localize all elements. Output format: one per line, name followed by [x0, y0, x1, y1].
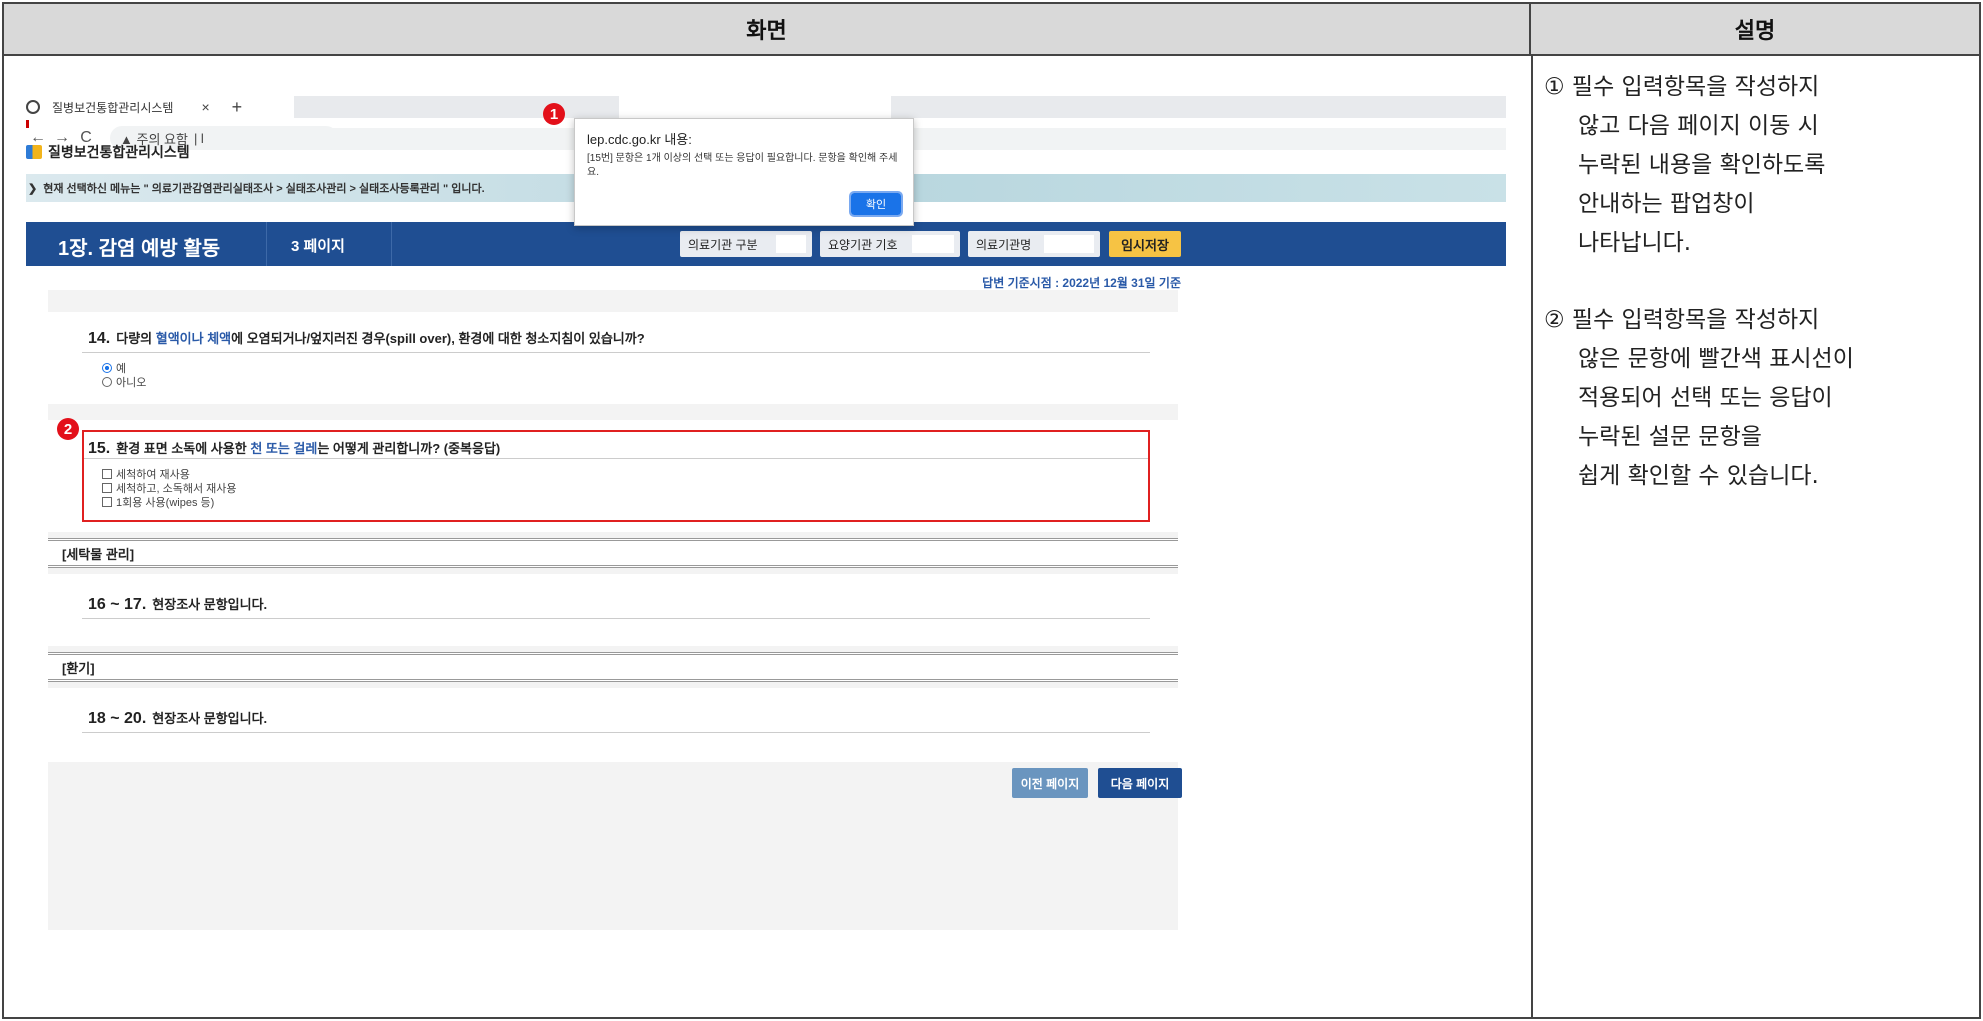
- divider: [391, 222, 392, 266]
- field-care-code: 요양기관 기호: [820, 231, 960, 257]
- field-value-box: [1044, 235, 1094, 253]
- description-line: 나타납니다.: [1578, 230, 1692, 256]
- description-line: 쉽게 확인할 수 있습니다.: [1578, 463, 1819, 489]
- description-line: 누락된 설문 문항을: [1578, 424, 1762, 450]
- question-18-20-title: 18 ~ 20. 현장조사 문항입니다.: [88, 708, 267, 728]
- annotation-badge-1: 1: [543, 103, 565, 125]
- question-text: 현장조사 문항입니다.: [152, 597, 268, 612]
- divider: [82, 352, 1150, 353]
- page-indicator: 3 페이지: [291, 238, 345, 255]
- column-divider: [1531, 56, 1533, 1017]
- doc-table: 화면 설명 질병보건통합관리시스템 × + ← → C ▲ 주의 요함 | l: [2, 2, 1981, 1019]
- tab-placeholder: [294, 96, 619, 118]
- divider: [82, 618, 1150, 619]
- option-label: 아니오: [116, 377, 147, 389]
- logo-icon: [26, 145, 42, 159]
- missing-answer-highlight: [82, 430, 1150, 522]
- field-institution-name: 의료기관명: [968, 231, 1100, 257]
- section-ventilation: [환기]: [48, 652, 1178, 682]
- url-text: | l: [193, 130, 204, 146]
- prev-page-button[interactable]: 이전 페이지: [1012, 768, 1088, 798]
- globe-icon: [26, 100, 40, 114]
- site-logo[interactable]: 질병보건통합관리시스템: [26, 142, 190, 162]
- dialog-message: [15번] 문항은 1개 이상의 선택 또는 응답이 필요합니다. 문항을 확인…: [587, 153, 898, 178]
- next-page-button[interactable]: 다음 페이지: [1098, 768, 1182, 798]
- question-number: 14.: [88, 330, 111, 347]
- question-text: 다량의: [116, 331, 156, 346]
- new-tab-icon[interactable]: +: [232, 97, 243, 118]
- survey-bar: 1장. 감염 예방 활동 3 페이지 의료기관 구분 요양기관 기호 의료기관명…: [26, 222, 1506, 266]
- divider: [266, 222, 267, 266]
- menu-path-text: 현재 선택하신 메뉴는 " 의료기관감염관리실태조사 > 실태조사관리 > 실태…: [43, 183, 485, 195]
- site-logo-text: 질병보건통합관리시스템: [48, 144, 190, 160]
- section-laundry: [세탁물 관리]: [48, 538, 1178, 568]
- field-label: 요양기관 기호: [828, 237, 898, 252]
- description-line: ② 필수 입력항목을 작성하지: [1544, 307, 1820, 333]
- question-number: 16 ~ 17.: [88, 596, 147, 613]
- field-label: 의료기관명: [976, 237, 1032, 252]
- description-line: ① 필수 입력항목을 작성하지: [1544, 74, 1820, 100]
- description-item-1: ① 필수 입력항목을 작성하지 않고 다음 페이지 이동 시 누락된 내용을 확…: [1544, 68, 1976, 263]
- favicon-fragment: [26, 120, 29, 128]
- chapter-title: 1장. 감염 예방 활동: [58, 238, 221, 260]
- close-tab-icon[interactable]: ×: [201, 99, 209, 115]
- divider: [82, 732, 1150, 733]
- description-column: ① 필수 입력항목을 작성하지 않고 다음 페이지 이동 시 누락된 내용을 확…: [1544, 68, 1976, 534]
- question-highlight: 혈액이나 체액: [155, 331, 232, 346]
- alert-dialog: lep.cdc.go.kr 내용: [15번] 문항은 1개 이상의 선택 또는…: [574, 118, 914, 226]
- field-value-box: [776, 235, 806, 253]
- field-value-box: [912, 235, 954, 253]
- radio-option-no[interactable]: 아니오: [102, 374, 146, 390]
- description-line: 않은 문항에 빨간색 표시선이: [1578, 346, 1854, 372]
- description-line: 누락된 내용을 확인하도록: [1578, 152, 1826, 178]
- temp-save-button[interactable]: 임시저장: [1109, 231, 1181, 257]
- question-16-17-title: 16 ~ 17. 현장조사 문항입니다.: [88, 594, 267, 614]
- description-line: 적용되어 선택 또는 응답이: [1578, 385, 1833, 411]
- field-label: 의료기관 구분: [688, 237, 758, 252]
- screenshot-area: 질병보건통합관리시스템 × + ← → C ▲ 주의 요함 | l 질병보건통합…: [26, 80, 1506, 1020]
- question-14: [48, 312, 1178, 404]
- field-institution-type: 의료기관 구분: [680, 231, 812, 257]
- basis-date: 답변 기준시점 : 2022년 12월 31일 기준: [982, 276, 1181, 290]
- radio-icon: [102, 377, 112, 387]
- tab-placeholder: [891, 96, 1506, 118]
- dialog-title: lep.cdc.go.kr 내용:: [587, 132, 692, 147]
- header-screen: 화면: [4, 4, 1531, 56]
- question-number: 18 ~ 20.: [88, 710, 147, 727]
- dialog-ok-button[interactable]: 확인: [849, 191, 903, 217]
- browser-tab[interactable]: 질병보건통합관리시스템 × +: [26, 92, 256, 122]
- question-14-title: 14. 다량의 혈액이나 체액에 오염되거나/엎지러진 경우(spill over…: [88, 328, 645, 348]
- question-text: 에 오염되거나/엎지러진 경우(spill over), 환경에 대한 청소지침…: [231, 331, 645, 346]
- description-line: 않고 다음 페이지 이동 시: [1578, 113, 1819, 139]
- radio-selected-icon: [102, 363, 112, 373]
- header-description: 설명: [1531, 4, 1979, 56]
- annotation-badge-2: 2: [57, 418, 79, 440]
- question-text: 현장조사 문항입니다.: [152, 711, 268, 726]
- tab-title: 질병보건통합관리시스템: [52, 100, 174, 115]
- description-line: 안내하는 팝업창이: [1578, 191, 1755, 217]
- arrow-icon: ❯: [28, 182, 38, 195]
- description-item-2: ② 필수 입력항목을 작성하지 않은 문항에 빨간색 표시선이 적용되어 선택 …: [1544, 301, 1976, 496]
